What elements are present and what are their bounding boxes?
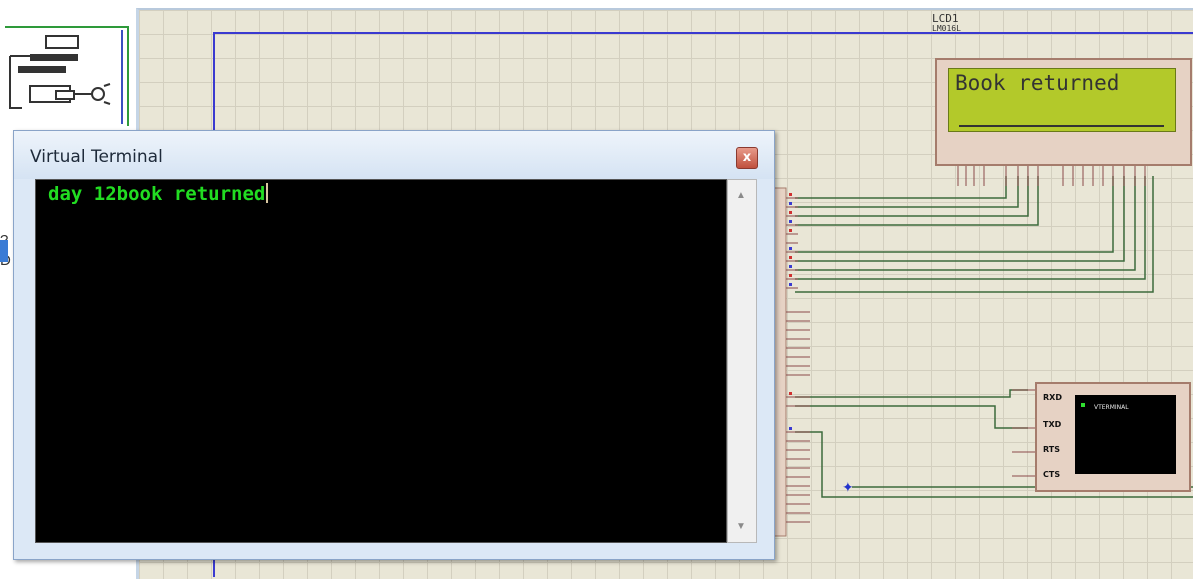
vt-titlebar[interactable]: Virtual Terminal x <box>14 131 774 179</box>
vt-scrollbar[interactable]: ▲ ▼ <box>727 179 757 543</box>
virtual-terminal-component-label: VTERMINAL <box>1094 404 1129 411</box>
vt-window-title: Virtual Terminal <box>30 147 163 167</box>
close-icon[interactable]: x <box>736 147 758 169</box>
lcd-part: LM016L <box>932 24 961 33</box>
lcd-ref-label: LCD1 LM016L <box>932 12 961 34</box>
vt-output-text: day 12book returned <box>48 183 266 205</box>
lcd-cursor-line <box>959 125 1164 127</box>
lcd-display: Book returned <box>948 68 1176 132</box>
pin-label-rxd: RXD <box>1043 393 1062 402</box>
pin-label-txd: TXD <box>1043 420 1062 429</box>
virtual-terminal-window[interactable]: Virtual Terminal x day 12book returned ▲… <box>13 130 775 560</box>
scroll-up-icon[interactable]: ▲ <box>736 190 746 201</box>
vt-output-screen[interactable]: day 12book returned <box>35 179 727 543</box>
lcd-ref: LCD1 <box>932 12 959 25</box>
text-cursor <box>266 183 269 203</box>
pin-label-rts: RTS <box>1043 445 1061 454</box>
scroll-down-icon[interactable]: ▼ <box>736 521 746 532</box>
pin-label-cts: CTS <box>1043 470 1061 479</box>
lcd-display-text: Book returned <box>955 71 1120 95</box>
terminal-led-icon <box>1081 403 1085 407</box>
junction-icon: ✦ <box>842 479 854 495</box>
vt-output-line: day 12book returned <box>48 183 269 205</box>
